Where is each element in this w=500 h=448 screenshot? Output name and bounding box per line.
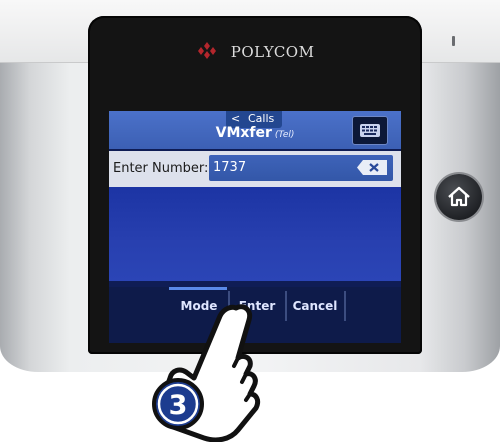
status-led (452, 36, 455, 46)
brand-name: POLYCOM (230, 43, 315, 61)
calls-tab-label: Calls (248, 112, 275, 125)
step-number: 3 (169, 390, 188, 421)
enter-number-label: Enter Number: (113, 161, 209, 176)
number-input-value: 1737 (213, 160, 247, 175)
screen-title-text: VMxfer (215, 125, 272, 141)
pointing-hand-icon: 3 (152, 304, 261, 442)
home-icon (448, 186, 470, 207)
number-input-row: Enter Number: 1737 (109, 151, 401, 187)
home-button[interactable] (436, 174, 482, 220)
title-bar: < Calls VMxfer (Tel) (109, 111, 401, 149)
backspace-icon[interactable] (357, 160, 387, 175)
brand-header: POLYCOM (88, 42, 422, 61)
screen-title-suffix: (Tel) (274, 130, 295, 140)
polycom-logo-icon (197, 42, 216, 59)
number-input[interactable]: 1737 (209, 155, 393, 181)
softkey-active-indicator (169, 287, 227, 290)
keyboard-button[interactable] (352, 116, 388, 145)
keyboard-icon (360, 124, 380, 137)
back-arrow-icon: < (231, 112, 241, 125)
screen-content-area (109, 187, 401, 281)
cancel-softkey[interactable]: Cancel (285, 293, 345, 321)
